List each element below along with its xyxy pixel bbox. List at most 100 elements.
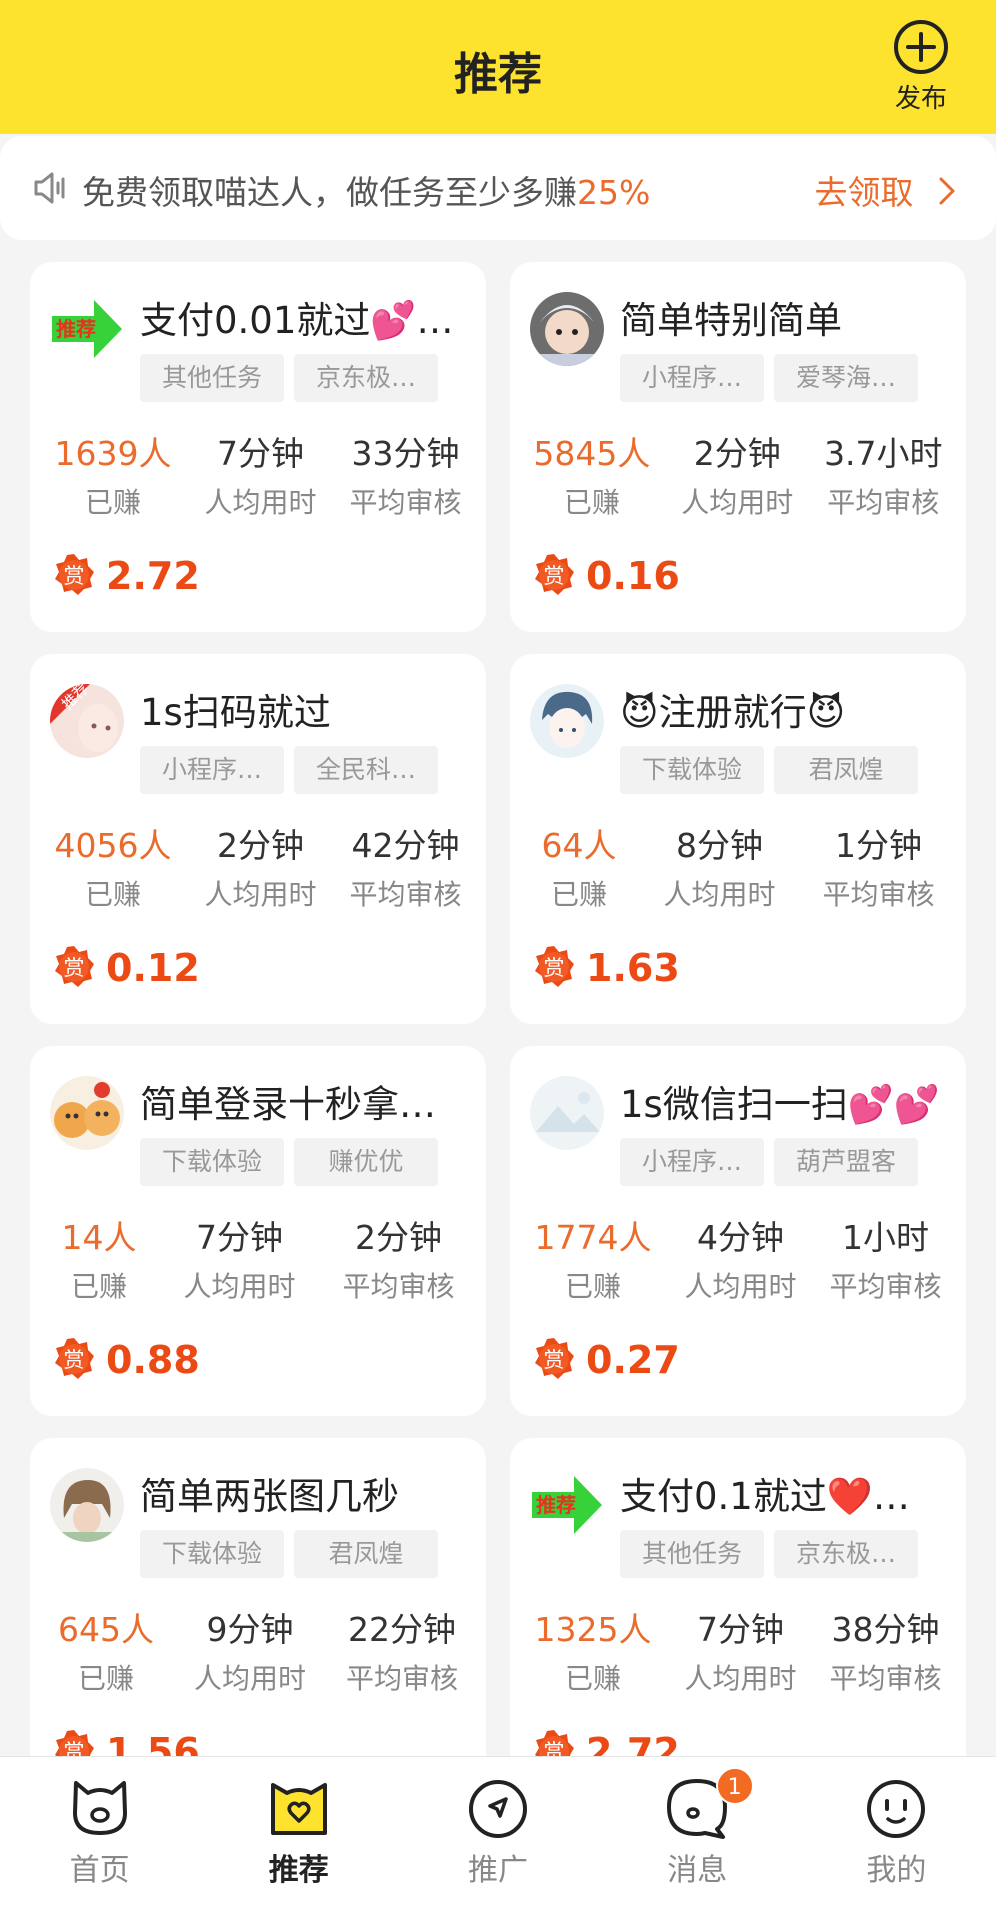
hair-photo-avatar (50, 1468, 124, 1542)
svg-text:赏: 赏 (544, 564, 565, 588)
tab-label: 我的 (866, 1853, 927, 1888)
task-title: 简单特别简单 (620, 299, 842, 342)
placeholder-image-avatar (530, 1076, 604, 1150)
task-card[interactable]: 推荐 支付0.1就过❤️… 其他任务 京东极… 1325人 已赚 7分钟 人均用… (510, 1438, 966, 1808)
avg-time-label: 人均用时 (684, 1270, 797, 1303)
app-root: 推荐 发布 免费领取喵达人，做任务至少多赚25% 去领取 推荐 支付0.01就过… (0, 0, 996, 1920)
reward-icon: 赏 (52, 552, 96, 600)
stat-avg-review: 2分钟 平均审核 (342, 1216, 454, 1314)
svg-text:推荐: 推荐 (56, 317, 96, 341)
stat-avg-review: 3.7小时 平均审核 (824, 432, 942, 530)
smile-face-icon (867, 1780, 926, 1838)
task-category-tag: 小程序… (140, 746, 284, 794)
reward: 赏 0.88 (52, 1336, 200, 1384)
tab-profile[interactable]: 我的 (797, 1757, 996, 1920)
stat-avg-review: 1分钟 平均审核 (822, 824, 934, 922)
task-grid: 推荐 支付0.01就过💕… 其他任务 京东极… 1639人 已赚 7分钟 人均用… (30, 262, 966, 1808)
avg-review-value: 38分钟 (831, 1610, 940, 1649)
earned-count: 1639人 (54, 434, 172, 473)
unread-badge: 1 (715, 1767, 754, 1805)
stat-avg-review: 33分钟 平均审核 (349, 432, 461, 530)
task-card[interactable]: 简单登录十秒拿… 下载体验 赚优优 14人 已赚 7分钟 人均用时 2分钟 平均… (30, 1046, 486, 1416)
task-category-tag: 下载体验 (140, 1138, 284, 1186)
task-stats: 1774人 已赚 4分钟 人均用时 1小时 平均审核 (510, 1216, 966, 1314)
reward: 赏 0.27 (532, 1336, 680, 1384)
reward-amount: 2.72 (106, 554, 200, 598)
notice-message: 免费领取喵达人，做任务至少多赚 (82, 173, 577, 212)
tab-promote[interactable]: 推广 (398, 1757, 597, 1920)
task-tags: 其他任务 京东极… (140, 354, 438, 402)
reward: 赏 0.12 (52, 944, 200, 992)
tab-label: 推荐 (268, 1853, 329, 1888)
task-tags: 下载体验 赚优优 (140, 1138, 438, 1186)
stat-earned: 64人 已赚 (541, 824, 616, 922)
task-tags: 下载体验 君凤煌 (140, 1530, 438, 1578)
task-tags: 小程序… 全民科… (140, 746, 438, 794)
stat-earned: 5845人 已赚 (533, 432, 650, 530)
girl-photo-avatar: 推荐 (50, 684, 124, 758)
earned-count: 14人 (61, 1218, 137, 1257)
task-stats: 4056人 已赚 2分钟 人均用时 42分钟 平均审核 (30, 824, 486, 922)
stat-earned: 1774人 已赚 (534, 1216, 651, 1314)
cartoon-cats-avatar (50, 1076, 124, 1150)
svg-text:赏: 赏 (64, 956, 85, 980)
publish-button[interactable]: 发布 (878, 18, 964, 115)
avg-time-value: 7分钟 (216, 434, 304, 473)
task-stats: 1639人 已赚 7分钟 人均用时 33分钟 平均审核 (30, 432, 486, 530)
task-card[interactable]: 简单两张图几秒 下载体验 君凤煌 645人 已赚 9分钟 人均用时 22分钟 平… (30, 1438, 486, 1808)
task-source-tag: 君凤煌 (294, 1530, 438, 1578)
task-source-tag: 京东极… (294, 354, 438, 402)
tab-recommend[interactable]: 推荐 (199, 1757, 398, 1920)
task-card[interactable]: 1s微信扫一扫💕💕 小程序… 葫芦盟客 1774人 已赚 4分钟 人均用时 1小… (510, 1046, 966, 1416)
avg-review-label: 平均审核 (349, 486, 462, 519)
task-title: 支付0.01就过💕… (140, 299, 454, 342)
task-tags: 其他任务 京东极… (620, 1530, 918, 1578)
stat-avg-time: 7分钟 人均用时 (684, 1608, 796, 1706)
task-category-tag: 其他任务 (140, 354, 284, 402)
task-stats: 1325人 已赚 7分钟 人均用时 38分钟 平均审核 (510, 1608, 966, 1706)
task-stats: 64人 已赚 8分钟 人均用时 1分钟 平均审核 (510, 824, 966, 922)
avg-review-label: 平均审核 (822, 878, 935, 911)
reward: 赏 0.16 (532, 552, 680, 600)
top-bar: 推荐 发布 (0, 0, 996, 134)
task-title: 1s微信扫一扫💕💕 (620, 1083, 940, 1126)
stat-earned: 1639人 已赚 (54, 432, 171, 530)
earned-label: 已赚 (550, 878, 607, 911)
heart-bag-icon (270, 1783, 327, 1835)
avg-review-value: 1小时 (841, 1218, 929, 1257)
notice-banner[interactable]: 免费领取喵达人，做任务至少多赚25% 去领取 (0, 136, 996, 240)
task-card[interactable]: 推荐 1s扫码就过 小程序… 全民科… 4056人 已赚 2分钟 人均用时 42… (30, 654, 486, 1024)
plus-circle-icon (894, 20, 948, 74)
stat-avg-time: 7分钟 人均用时 (183, 1216, 295, 1314)
task-card[interactable]: 推荐 支付0.01就过💕… 其他任务 京东极… 1639人 已赚 7分钟 人均用… (30, 262, 486, 632)
task-category-tag: 下载体验 (140, 1530, 284, 1578)
avg-time-label: 人均用时 (204, 878, 317, 911)
task-category-tag: 小程序… (620, 354, 764, 402)
avg-review-value: 3.7小时 (824, 434, 943, 473)
avg-time-label: 人均用时 (204, 486, 317, 519)
task-source-tag: 葫芦盟客 (774, 1138, 918, 1186)
avg-review-label: 平均审核 (829, 1270, 942, 1303)
task-card[interactable]: 简单特别简单 小程序… 爱琴海… 5845人 已赚 2分钟 人均用时 3.7小时… (510, 262, 966, 632)
reward-amount: 0.12 (106, 946, 200, 990)
avg-time-value: 2分钟 (216, 826, 304, 865)
tab-home[interactable]: 首页 (0, 1757, 199, 1920)
stat-earned: 4056人 已赚 (54, 824, 171, 922)
stat-avg-review: 38分钟 平均审核 (829, 1608, 941, 1706)
reward-icon: 赏 (532, 944, 576, 992)
earned-count: 5845人 (533, 434, 651, 473)
avg-time-label: 人均用时 (684, 1662, 797, 1695)
avg-review-value: 2分钟 (354, 1218, 442, 1257)
earned-count: 64人 (541, 826, 617, 865)
notice-text: 免费领取喵达人，做任务至少多赚25% (82, 166, 650, 214)
avg-review-label: 平均审核 (349, 878, 462, 911)
stat-avg-time: 2分钟 人均用时 (204, 824, 316, 922)
claim-link[interactable]: 去领取 (815, 166, 957, 214)
task-card[interactable]: 😈注册就行😈 下载体验 君凤煌 64人 已赚 8分钟 人均用时 1分钟 平均审核… (510, 654, 966, 1024)
tab-messages[interactable]: 1 消息 (598, 1757, 797, 1920)
tab-label: 消息 (667, 1853, 728, 1888)
task-category-tag: 其他任务 (620, 1530, 764, 1578)
stat-avg-time: 7分钟 人均用时 (204, 432, 316, 530)
avg-time-label: 人均用时 (183, 1270, 296, 1303)
avg-review-value: 22分钟 (347, 1610, 456, 1649)
